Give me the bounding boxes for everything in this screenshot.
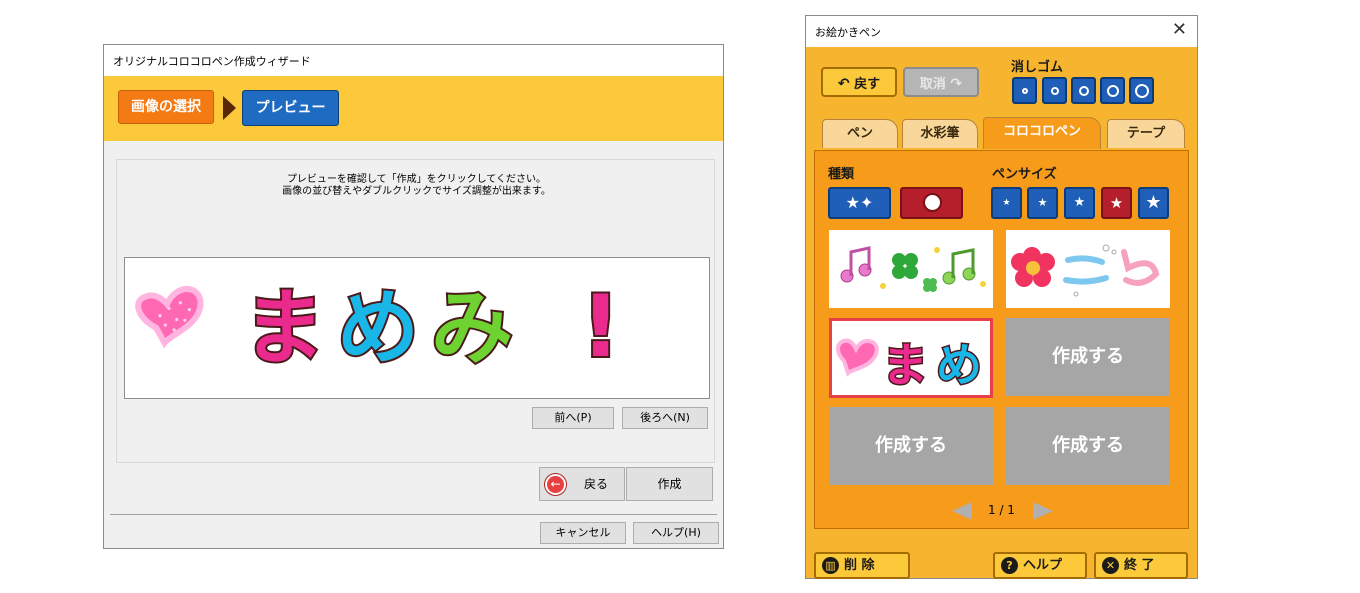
eraser-size-3[interactable]: [1071, 77, 1096, 104]
page-indicator: 1 / 1: [988, 503, 1015, 517]
heart-stamp-icon: [135, 286, 204, 349]
pen-size-3[interactable]: ★: [1064, 187, 1095, 219]
back-arrow-icon: ←: [545, 474, 566, 495]
help-button[interactable]: ヘルプ(H): [633, 522, 719, 544]
exit-button[interactable]: ✕ 終 了: [1094, 552, 1188, 579]
user-icon: [923, 193, 942, 212]
kind-stars-button[interactable]: ★✦: [828, 187, 891, 219]
trash-icon: ▥: [822, 557, 839, 574]
cancel-button[interactable]: キャンセル: [540, 522, 626, 544]
next-button[interactable]: 後ろへ(N): [622, 407, 708, 429]
preview-stamp-row: ま め み !: [135, 275, 622, 379]
star-icon: ★: [1002, 198, 1011, 208]
prev-button[interactable]: 前へ(P): [532, 407, 614, 429]
star-icon: ★: [1037, 196, 1048, 209]
pen-cell-create-3[interactable]: 作成する: [1006, 407, 1170, 485]
drawing-pen-title: お絵かきペン: [806, 16, 1197, 47]
pen-cell-music-clover[interactable]: [829, 230, 993, 308]
step-select-image: 画像の選択: [118, 90, 214, 124]
divider: [110, 514, 717, 515]
preview-char-2: め: [337, 281, 419, 376]
eraser-size-5[interactable]: [1129, 77, 1154, 104]
stars-icon: ★✦: [845, 193, 874, 212]
eraser-size-4[interactable]: [1100, 77, 1125, 104]
instruction-line-2: 画像の並び替えやダブルクリックでサイズ調整が出来ます。: [282, 186, 551, 197]
kind-custom-button[interactable]: [900, 187, 963, 219]
eraser-label: 消しゴム: [1011, 60, 1064, 75]
close-circle-icon: ✕: [1102, 557, 1119, 574]
custom-stamp-char-2: め: [936, 338, 982, 392]
wizard-window: オリジナルコロコロペン作成ウィザード 画像の選択 プレビュー プレビューを確認し…: [103, 44, 724, 549]
music-clover-stamp: [840, 246, 986, 292]
star-icon: ★: [1073, 195, 1086, 210]
pen-size-5[interactable]: ★: [1138, 187, 1169, 219]
back-button-label: 戻る: [584, 477, 609, 491]
step-preview: プレビュー: [242, 90, 339, 126]
wizard-title: オリジナルコロコロペン作成ウィザード: [104, 45, 723, 76]
close-icon[interactable]: ✕: [1172, 19, 1187, 40]
pen-size-4[interactable]: ★: [1101, 187, 1132, 219]
undo-label: 戻す: [854, 77, 881, 92]
pen-cell-custom-selected[interactable]: ま め: [829, 318, 993, 398]
delete-label: 削 除: [844, 558, 875, 573]
tab-korokoro-pen[interactable]: コロコロペン: [983, 117, 1101, 149]
create-button[interactable]: 作成: [626, 467, 713, 501]
tab-tape[interactable]: テープ: [1107, 119, 1185, 148]
help-pen-button[interactable]: ? ヘルプ: [993, 552, 1087, 579]
undo-arrow-icon: ↶: [837, 76, 850, 92]
eraser-size-1[interactable]: [1012, 77, 1037, 104]
preview-char-3: み: [431, 281, 513, 376]
preview-char-4: !: [581, 277, 620, 377]
eraser-size-2[interactable]: [1042, 77, 1067, 104]
drawing-pen-window: お絵かきペン ✕ ↶ 戻す 取消 ↷ 消しゴム ペン 水彩筆 コロコロペン テー…: [805, 15, 1198, 579]
next-page-icon[interactable]: [1033, 502, 1053, 520]
preview-panel: プレビューを確認して「作成」をクリックしてください。 画像の並び替えやダブルクリ…: [116, 159, 715, 463]
preview-char-1: ま: [243, 281, 325, 376]
wizard-step-bar: 画像の選択 プレビュー: [104, 76, 723, 141]
star-icon: ★: [1145, 192, 1162, 213]
flower-kotoba-stamp: [1011, 244, 1160, 297]
pen-cell-flower-kotoba[interactable]: [1006, 230, 1170, 308]
mame-custom-stamp: ま め: [836, 337, 984, 394]
custom-stamp-char-1: ま: [882, 338, 928, 392]
step-arrow-icon: [223, 96, 236, 120]
pen-cell-create-2[interactable]: 作成する: [829, 407, 993, 485]
tab-pen[interactable]: ペン: [822, 119, 898, 148]
prev-page-icon[interactable]: [952, 502, 972, 520]
redo-button[interactable]: 取消 ↷: [903, 67, 979, 97]
redo-label: 取消: [919, 77, 946, 92]
back-button[interactable]: ← 戻る: [539, 467, 625, 501]
question-icon: ?: [1001, 557, 1018, 574]
pen-cell-create-1[interactable]: 作成する: [1006, 318, 1170, 396]
pen-size-1[interactable]: ★: [991, 187, 1022, 219]
pen-size-label: ペンサイズ: [992, 167, 1057, 182]
exit-label: 終 了: [1124, 558, 1155, 573]
preview-image-box[interactable]: ま め み !: [124, 257, 710, 399]
pen-size-2[interactable]: ★: [1027, 187, 1058, 219]
undo-button[interactable]: ↶ 戻す: [821, 67, 897, 97]
help-pen-label: ヘルプ: [1023, 558, 1063, 573]
delete-button[interactable]: ▥ 削 除: [814, 552, 910, 579]
star-icon: ★: [1109, 194, 1124, 212]
kind-label: 種類: [828, 167, 855, 182]
tab-watercolor[interactable]: 水彩筆: [902, 119, 978, 148]
redo-arrow-icon: ↷: [950, 76, 963, 92]
